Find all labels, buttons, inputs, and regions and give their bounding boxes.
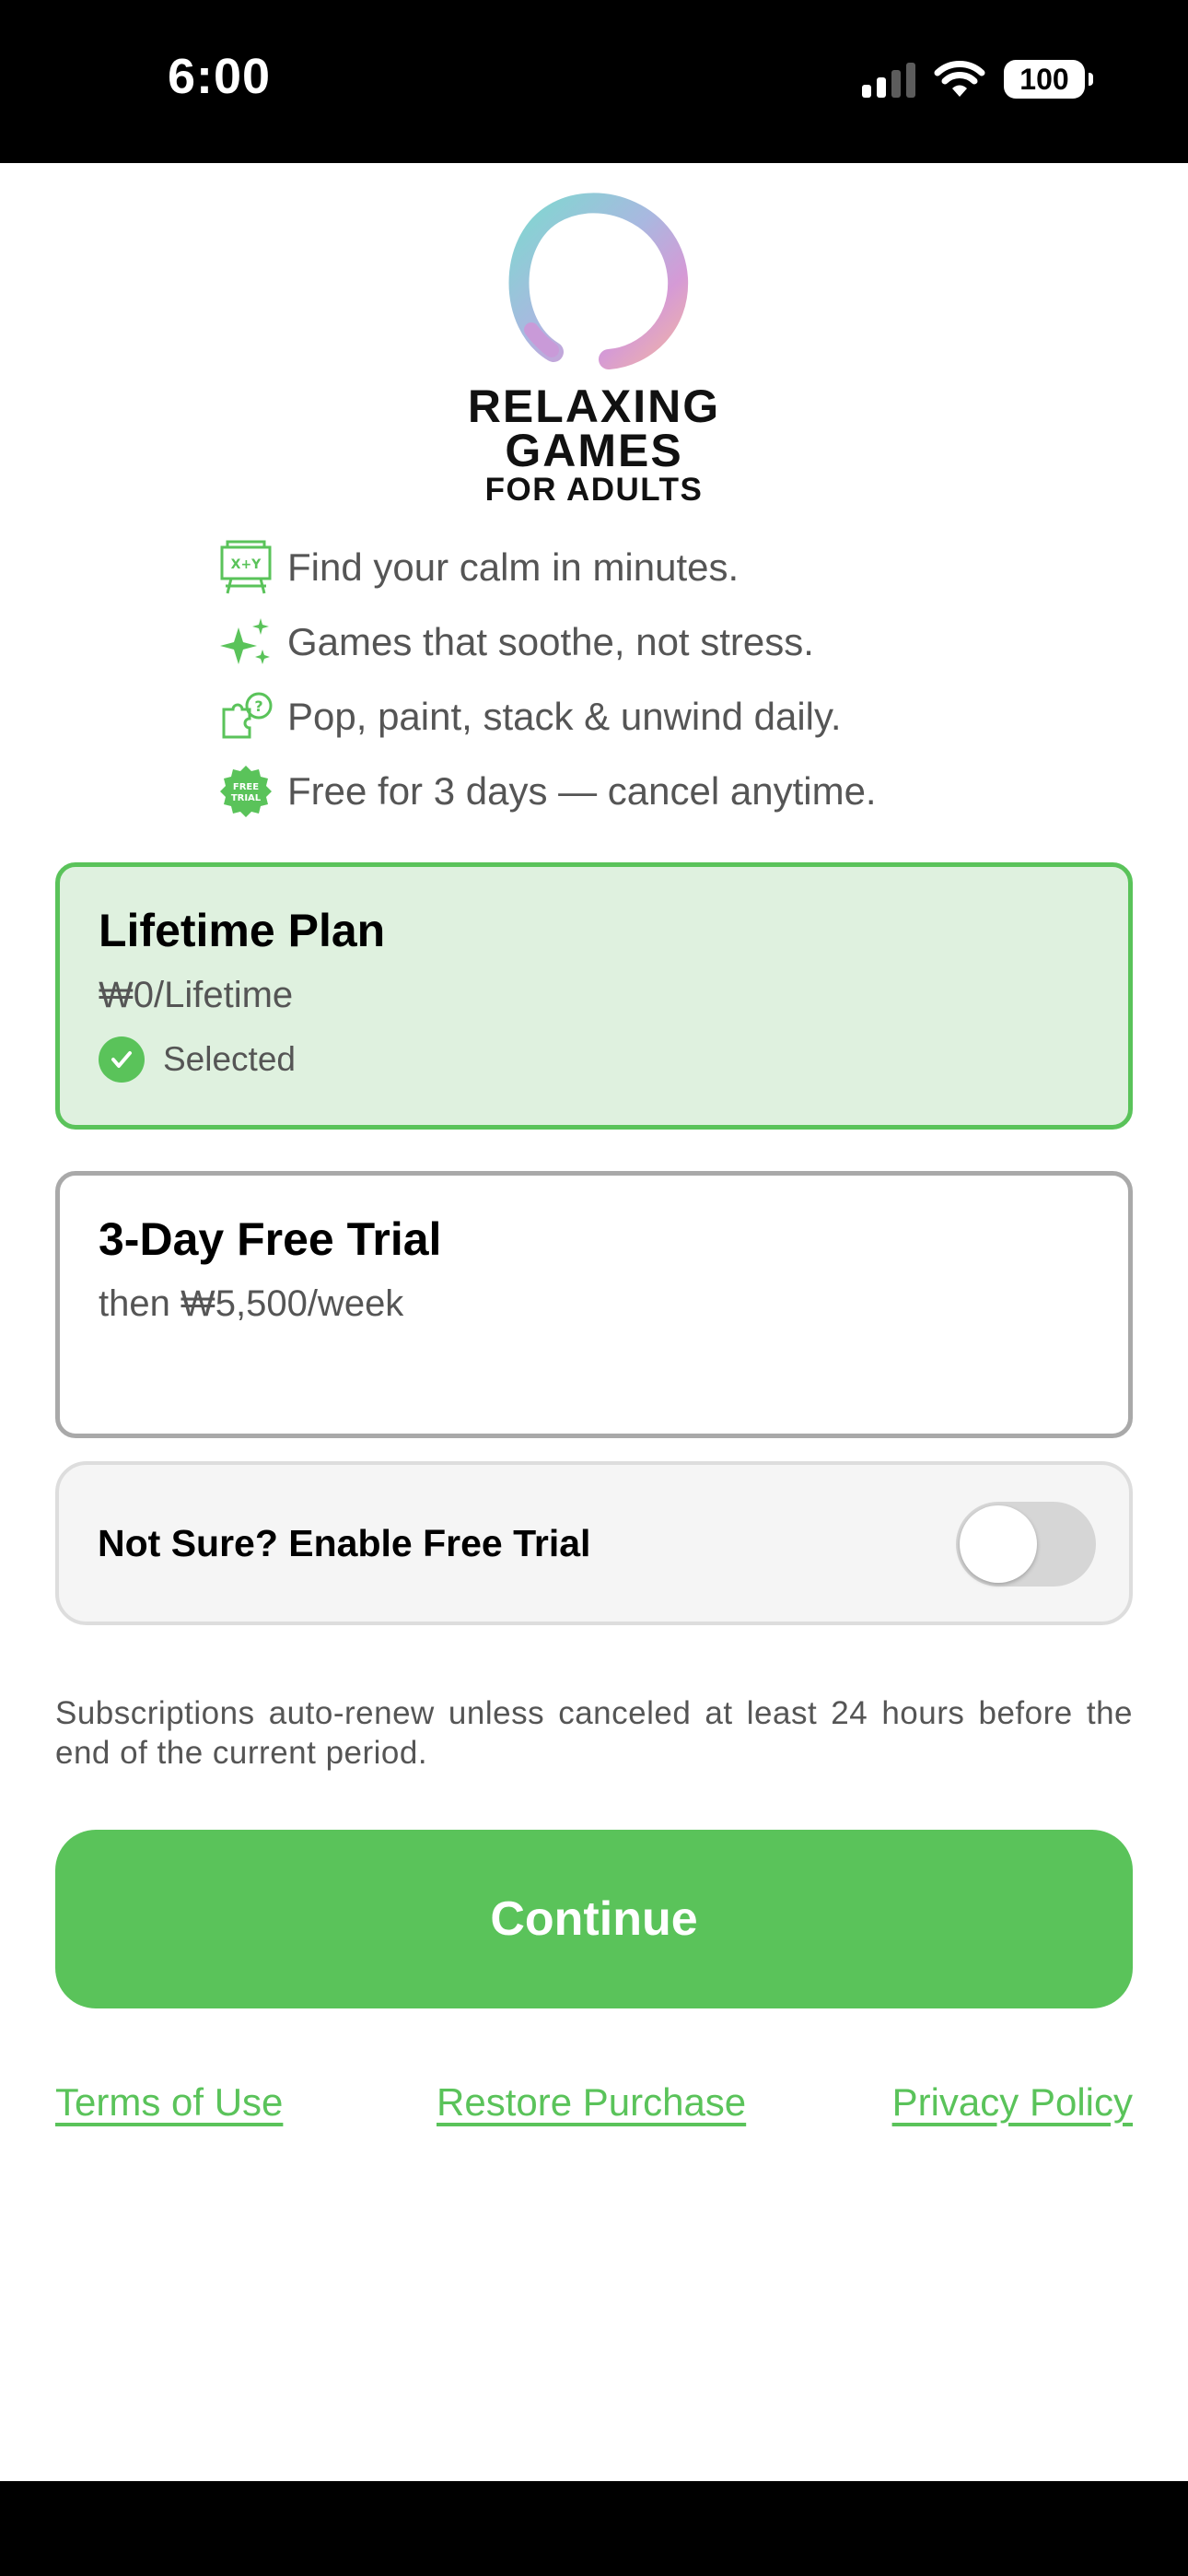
feature-item: Games that soothe, not stress.: [217, 613, 814, 672]
sparkles-icon: [217, 614, 274, 671]
status-time: 6:00: [168, 49, 272, 104]
feature-item: ? Pop, paint, stack & unwind daily.: [217, 687, 842, 746]
check-icon: [99, 1036, 145, 1083]
terms-of-use-link[interactable]: Terms of Use: [55, 2080, 283, 2125]
wifi-icon: [934, 61, 985, 97]
feature-text: Free for 3 days — cancel anytime.: [287, 769, 877, 813]
cellular-signal-icon: [862, 61, 915, 98]
svg-text:X+Y: X+Y: [231, 557, 262, 572]
bottom-bar: [0, 2481, 1188, 2576]
puzzle-brain-icon: ?: [217, 688, 274, 745]
app-title-line-2: GAMES: [505, 425, 683, 476]
status-bar: 6:00 100: [0, 0, 1188, 163]
free-trial-badge-icon: FREE TRIAL: [217, 763, 274, 820]
plan-price: then ₩5,500/week: [99, 1283, 404, 1324]
plan-name: Lifetime Plan: [99, 905, 386, 956]
free-trial-toggle-label: Not Sure? Enable Free Trial: [98, 1522, 591, 1564]
feature-text: Pop, paint, stack & unwind daily.: [287, 695, 842, 738]
feature-text: Find your calm in minutes.: [287, 545, 740, 589]
privacy-policy-link[interactable]: Privacy Policy: [892, 2080, 1133, 2125]
battery-level: 100: [1019, 62, 1069, 96]
battery-icon: 100: [1004, 60, 1093, 99]
status-icons: 100: [862, 57, 1093, 101]
free-trial-toggle-card: Not Sure? Enable Free Trial: [55, 1461, 1133, 1625]
svg-text:?: ?: [254, 697, 262, 715]
continue-button[interactable]: Continue: [55, 1830, 1133, 2008]
selected-label: Selected: [163, 1040, 296, 1078]
subscription-disclaimer: Subscriptions auto-renew unless canceled…: [55, 1695, 1133, 1771]
svg-text:FREE: FREE: [233, 782, 259, 792]
enso-circle-logo: [508, 193, 689, 369]
feature-item: X+Y Find your calm in minutes.: [217, 538, 739, 597]
plan-name: 3-Day Free Trial: [99, 1213, 442, 1265]
feature-text: Games that soothe, not stress.: [287, 620, 814, 663]
math-board-icon: X+Y: [217, 539, 274, 596]
toggle-knob: [960, 1505, 1037, 1583]
plan-card-free-trial[interactable]: 3-Day Free Trial then ₩5,500/week: [55, 1171, 1133, 1438]
feature-item: FREE TRIAL Free for 3 days — cancel anyt…: [217, 762, 877, 821]
free-trial-toggle[interactable]: [956, 1502, 1096, 1587]
selected-indicator: Selected: [99, 1036, 296, 1083]
plan-card-lifetime[interactable]: Lifetime Plan ₩0/Lifetime Selected: [55, 862, 1133, 1130]
app-title-line-3: FOR ADULTS: [484, 472, 704, 508]
restore-purchase-link[interactable]: Restore Purchase: [437, 2080, 746, 2125]
plan-price: ₩0/Lifetime: [99, 975, 294, 1015]
svg-text:TRIAL: TRIAL: [231, 793, 262, 803]
